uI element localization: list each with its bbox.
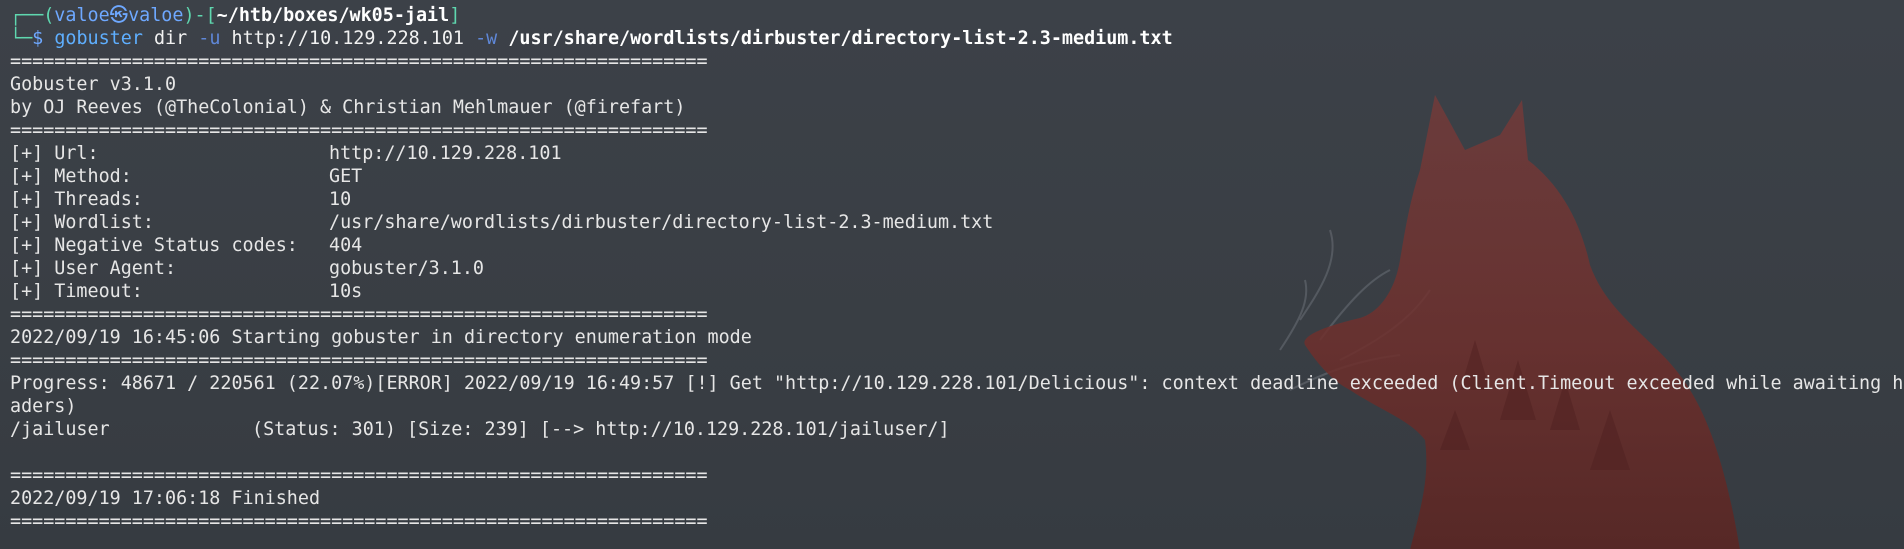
param-value: gobuster/3.1.0 <box>329 258 485 279</box>
param-value: /usr/share/wordlists/dirbuster/directory… <box>329 212 994 233</box>
separator-rule: ========================================… <box>10 51 708 72</box>
command-wordlist: /usr/share/wordlists/dirbuster/directory… <box>497 28 1173 49</box>
param-row: [+] User Agent: gobuster/3.1.0 <box>10 257 1904 280</box>
param-row: [+] Method: GET <box>10 165 1904 188</box>
param-value: GET <box>329 166 363 187</box>
result-status: (Status: 301) <box>252 419 396 440</box>
param-label: [+] Negative Status codes: <box>10 235 298 256</box>
param-value: 10 <box>329 189 352 210</box>
param-label: [+] Method: <box>10 166 132 187</box>
progress-error-line: Progress: 48671 / 220561 (22.07%)[ERROR]… <box>10 373 1904 394</box>
terminal-output[interactable]: ┌──(valoe㉿valoe)-[~/htb/boxes/wk05-jail]… <box>0 0 1904 533</box>
terminal-window[interactable]: ┌──(valoe㉿valoe)-[~/htb/boxes/wk05-jail]… <box>0 0 1904 549</box>
param-label: [+] Wordlist: <box>10 212 154 233</box>
gobuster-authors: by OJ Reeves (@TheColonial) & Christian … <box>10 97 686 118</box>
command-flag-u: -u <box>198 28 221 49</box>
separator-rule: ========================================… <box>10 350 708 371</box>
command-subcommand: dir <box>142 28 199 49</box>
gobuster-version: Gobuster v3.1.0 <box>10 74 177 95</box>
command-flag-w: -w <box>475 28 498 49</box>
param-value: 404 <box>329 235 363 256</box>
param-value: 10s <box>329 281 363 302</box>
prompt-at-symbol: ㉿ <box>109 5 129 26</box>
separator-rule: ========================================… <box>10 465 708 486</box>
param-label: [+] Threads: <box>10 189 143 210</box>
progress-error-line-wrap: aders) <box>10 396 77 417</box>
separator-rule: ========================================… <box>10 511 708 532</box>
prompt-line: ┌──(valoe㉿valoe)-[~/htb/boxes/wk05-jail] <box>10 4 1904 27</box>
prompt-user: valoe <box>54 5 110 26</box>
prompt-box-bottom: └─ <box>10 28 33 49</box>
prompt-box-top: ┌──( <box>10 5 55 26</box>
param-row: [+] Wordlist: /usr/share/wordlists/dirbus… <box>10 211 1904 234</box>
command-line[interactable]: └─$ gobuster dir -u http://10.129.228.10… <box>10 27 1904 50</box>
separator-rule: ========================================… <box>10 304 708 325</box>
param-row: [+] Negative Status codes: 404 <box>10 234 1904 257</box>
param-label: [+] Url: <box>10 143 99 164</box>
param-row: [+] Timeout: 10s <box>10 280 1904 303</box>
prompt-separator: )-[ <box>183 5 217 26</box>
param-value: http://10.129.228.101 <box>329 143 562 164</box>
prompt-close: ] <box>449 5 461 26</box>
param-label: [+] User Agent: <box>10 258 177 279</box>
start-message: 2022/09/19 16:45:06 Starting gobuster in… <box>10 327 752 348</box>
param-row: [+] Url: http://10.129.228.101 <box>10 142 1904 165</box>
finished-message: 2022/09/19 17:06:18 Finished <box>10 488 321 509</box>
param-row: [+] Threads: 10 <box>10 188 1904 211</box>
command-url: http://10.129.228.101 <box>220 28 476 49</box>
command-name: gobuster <box>54 28 143 49</box>
result-path: /jailuser <box>10 419 110 440</box>
result-row: /jailuser (Status: 301) [Size: 239] [--> … <box>10 418 1904 441</box>
prompt-host: valoe <box>128 5 184 26</box>
result-details: [Size: 239] [--> http://10.129.228.101/j… <box>407 419 950 440</box>
param-label: [+] Timeout: <box>10 281 143 302</box>
separator-rule: ========================================… <box>10 120 708 141</box>
prompt-dollar: $ <box>32 28 55 49</box>
prompt-path: ~/htb/boxes/wk05-jail <box>216 5 450 26</box>
